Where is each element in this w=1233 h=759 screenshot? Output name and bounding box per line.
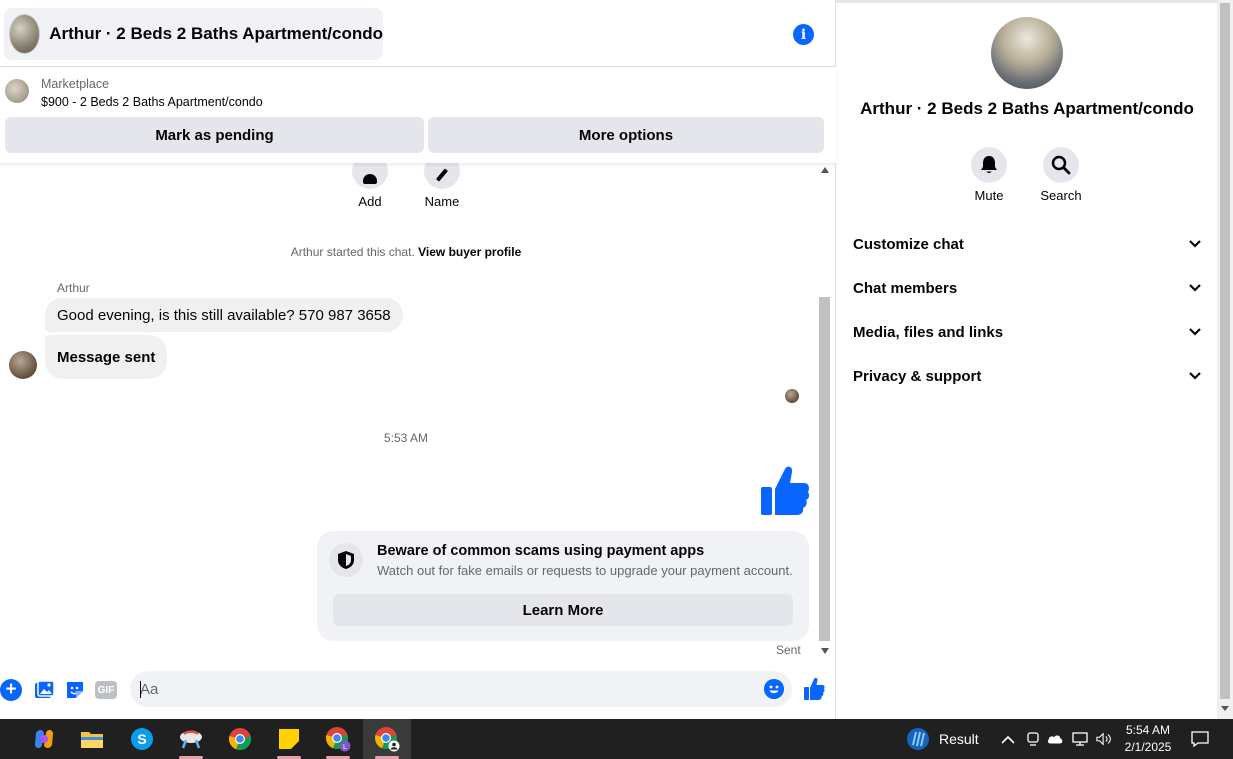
chat-header: Arthur · 2 Beds 2 Baths Apartment/condo … xyxy=(0,3,836,67)
notification-icon[interactable] xyxy=(1190,729,1210,749)
svg-text:S: S xyxy=(137,731,146,747)
add-person-icon xyxy=(352,163,388,189)
weather-widget[interactable]: Result xyxy=(906,719,979,759)
plus-icon[interactable]: + xyxy=(0,679,22,701)
thumbs-up-icon[interactable] xyxy=(760,465,810,517)
message-bubble[interactable]: Message sent xyxy=(45,335,168,379)
add-label: Add xyxy=(358,194,382,209)
clock-time: 5:54 AM xyxy=(1125,723,1171,737)
taskbar: S L Result 5:54 AM 2/1/2025 xyxy=(0,719,1233,759)
meet-now-icon[interactable] xyxy=(1025,731,1041,747)
add-people-action[interactable]: Add xyxy=(340,163,400,209)
mute-action[interactable]: Mute xyxy=(959,147,1019,203)
chevron-down-icon xyxy=(1189,284,1201,292)
chevron-down-icon xyxy=(1189,328,1201,336)
search-icon xyxy=(1043,147,1079,183)
message-scrollbar[interactable] xyxy=(818,163,832,660)
details-avatar[interactable] xyxy=(991,17,1063,89)
chat-pane: Arthur · 2 Beds 2 Baths Apartment/condo … xyxy=(0,0,836,719)
customize-chat-section[interactable]: Customize chat xyxy=(853,232,1201,256)
listing-thumbnail[interactable] xyxy=(5,79,29,103)
photo-icon[interactable] xyxy=(33,679,55,701)
chat-title-button[interactable]: Arthur · 2 Beds 2 Baths Apartment/condo xyxy=(4,8,383,60)
sender-name: Arthur xyxy=(57,281,90,295)
chrome-icon[interactable] xyxy=(216,719,264,759)
network-icon[interactable] xyxy=(1072,731,1088,747)
message-composer: + GIF xyxy=(0,660,836,719)
name-label: Name xyxy=(424,194,460,209)
view-buyer-profile-link[interactable]: View buyer profile xyxy=(418,245,521,259)
search-action[interactable]: Search xyxy=(1031,147,1091,203)
mute-label: Mute xyxy=(974,188,1004,203)
name-chat-action[interactable]: Name xyxy=(412,163,472,209)
text-caret xyxy=(140,681,141,698)
file-explorer-icon[interactable] xyxy=(68,719,116,759)
chrome-profile-icon[interactable]: L xyxy=(314,719,362,759)
search-label: Search xyxy=(1040,188,1082,203)
details-panel: Arthur · 2 Beds 2 Baths Apartment/condo … xyxy=(837,3,1217,719)
onedrive-icon[interactable] xyxy=(1047,731,1063,747)
chat-started-text: Arthur started this chat. xyxy=(290,245,415,259)
listing-banner: Marketplace $900 - 2 Beds 2 Baths Apartm… xyxy=(0,67,836,163)
pencil-icon xyxy=(424,163,460,189)
svg-text:L: L xyxy=(343,744,347,751)
chevron-down-icon xyxy=(1189,240,1201,248)
listing-source: Marketplace xyxy=(41,77,110,91)
section-label: Privacy & support xyxy=(853,367,982,385)
chevron-down-icon xyxy=(1189,372,1201,380)
chat-started-notice: Arthur started this chat. View buyer pro… xyxy=(0,245,812,259)
timestamp: 5:53 AM xyxy=(383,431,429,445)
window-scrollbar-thumb[interactable] xyxy=(1220,3,1230,699)
clock-date: 2/1/2025 xyxy=(1124,740,1172,754)
scroll-down-arrow-icon[interactable] xyxy=(821,648,829,654)
listing-avatar xyxy=(9,14,41,54)
chrome-active-profile-icon[interactable] xyxy=(363,719,411,759)
system-clock[interactable]: 5:54 AM 2/1/2025 xyxy=(1116,722,1180,756)
privacy-support-section[interactable]: Privacy & support xyxy=(853,364,1201,388)
message-bubble[interactable]: Good evening, is this still available? 5… xyxy=(45,298,403,332)
details-title: Arthur · 2 Beds 2 Baths Apartment/condo xyxy=(860,99,1194,118)
more-options-button[interactable]: More options xyxy=(428,117,824,153)
learn-more-button[interactable]: Learn More xyxy=(333,594,793,626)
like-icon[interactable] xyxy=(803,677,825,701)
skype-icon[interactable]: S xyxy=(118,719,166,759)
sticker-icon[interactable] xyxy=(64,679,86,701)
weather-label: Result xyxy=(939,731,979,747)
shield-icon xyxy=(329,543,363,577)
bell-icon xyxy=(971,147,1007,183)
window-scrollbar[interactable] xyxy=(1217,0,1233,719)
section-label: Customize chat xyxy=(853,235,964,253)
info-icon[interactable]: i xyxy=(793,24,814,45)
scroll-up-arrow-icon[interactable] xyxy=(821,167,829,173)
message-input[interactable] xyxy=(130,671,792,707)
volume-icon[interactable] xyxy=(1096,731,1112,747)
section-label: Media, files and links xyxy=(853,323,1004,341)
scam-warning-title: Beware of common scams using payment app… xyxy=(377,543,705,559)
listing-title[interactable]: $900 - 2 Beds 2 Baths Apartment/condo xyxy=(41,95,263,109)
sender-avatar[interactable] xyxy=(9,351,37,379)
scroll-down-arrow-icon[interactable] xyxy=(1221,706,1229,711)
scam-warning-body: Watch out for fake emails or requests to… xyxy=(377,563,793,578)
mark-as-pending-button[interactable]: Mark as pending xyxy=(5,117,424,153)
message-list[interactable]: Add Name Arthur started this chat. View … xyxy=(0,163,818,660)
copilot-icon[interactable] xyxy=(20,719,68,759)
gif-icon[interactable]: GIF xyxy=(95,681,117,699)
sticky-notes-icon[interactable] xyxy=(265,719,313,759)
media-files-links-section[interactable]: Media, files and links xyxy=(853,320,1201,344)
snipping-tool-icon[interactable] xyxy=(167,719,215,759)
scam-warning-card: Beware of common scams using payment app… xyxy=(317,531,809,641)
chevron-up-icon[interactable] xyxy=(1000,731,1016,747)
chat-title: Arthur · 2 Beds 2 Baths Apartment/condo xyxy=(49,24,383,43)
seen-receipt-avatar xyxy=(785,389,799,403)
emoji-icon[interactable] xyxy=(764,679,784,699)
chat-members-section[interactable]: Chat members xyxy=(853,276,1201,300)
scrollbar-thumb[interactable] xyxy=(819,297,830,641)
cricket-icon xyxy=(907,728,929,750)
section-label: Chat members xyxy=(853,279,958,297)
sent-status: Sent xyxy=(776,643,801,657)
